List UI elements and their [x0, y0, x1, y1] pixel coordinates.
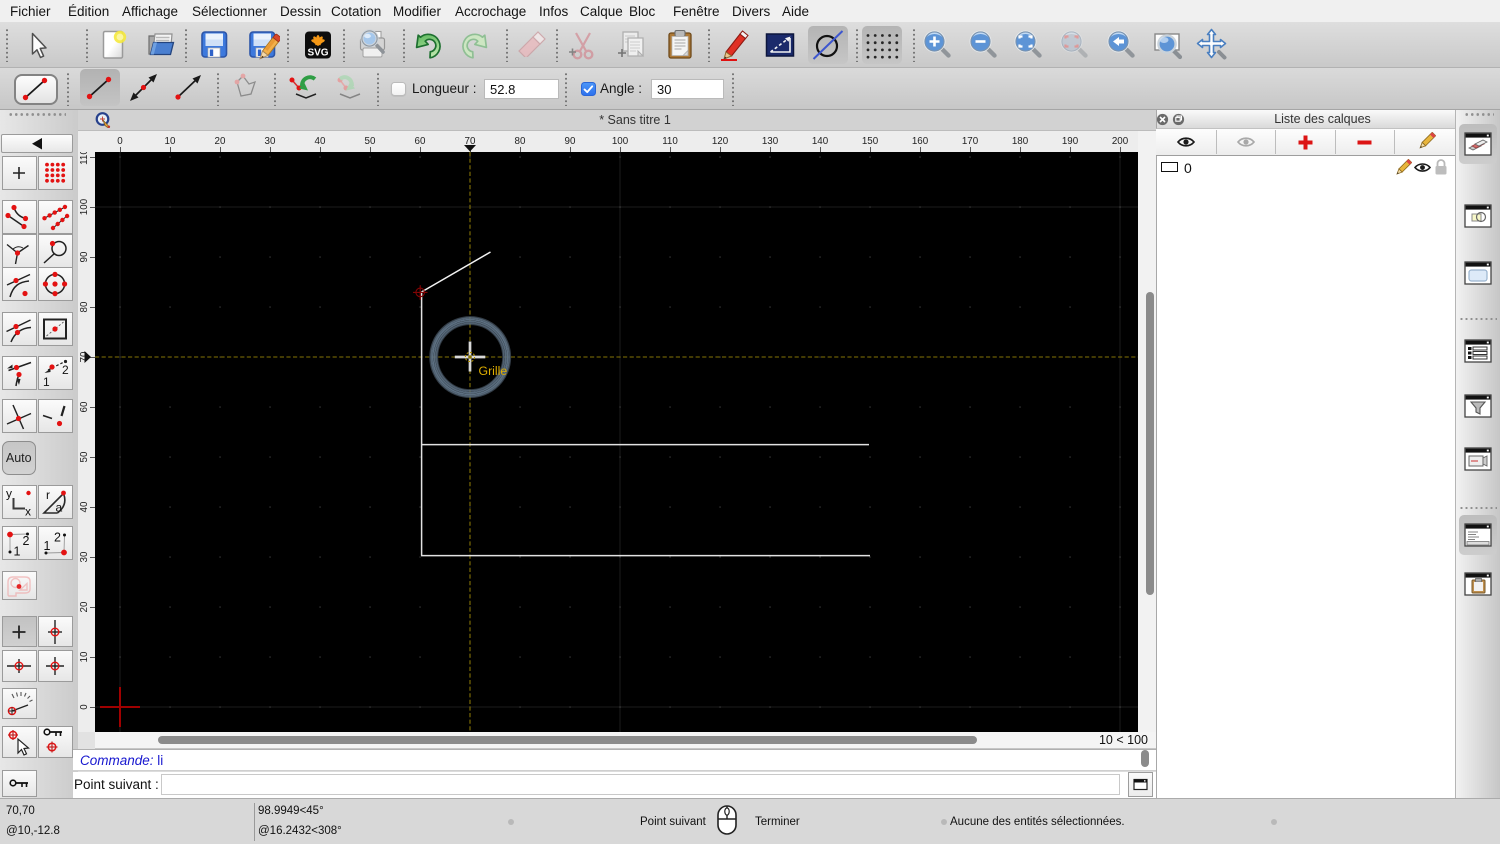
- svg-text:0: 0: [117, 136, 123, 147]
- svg-text:80: 80: [515, 136, 526, 147]
- svg-text:SVG: SVG: [307, 48, 328, 59]
- svg-text:60: 60: [79, 401, 90, 412]
- svg-text:1: 1: [14, 545, 21, 559]
- svg-text:100: 100: [612, 136, 629, 147]
- svg-text:50: 50: [365, 136, 376, 147]
- svg-text:0: 0: [79, 704, 90, 710]
- svg-text:2: 2: [62, 363, 69, 377]
- svg-text:a: a: [56, 501, 63, 515]
- svg-text:180: 180: [1012, 136, 1029, 147]
- svg-text:20: 20: [79, 601, 90, 612]
- svg-text:50: 50: [79, 451, 90, 462]
- svg-text:140: 140: [812, 136, 829, 147]
- svg-text:20: 20: [215, 136, 226, 147]
- svg-text:90: 90: [79, 251, 90, 262]
- svg-text:1: 1: [43, 375, 50, 388]
- svg-text:40: 40: [315, 136, 326, 147]
- svg-text:2: 2: [23, 534, 30, 548]
- svg-text:110: 110: [79, 152, 90, 165]
- svg-text:80: 80: [79, 301, 90, 312]
- svg-text:y: y: [6, 487, 12, 501]
- svg-text:1: 1: [44, 539, 51, 553]
- svg-text:100: 100: [79, 198, 90, 215]
- svg-text:130: 130: [762, 136, 779, 147]
- svg-text:150: 150: [862, 136, 879, 147]
- svg-text:10: 10: [79, 651, 90, 662]
- svg-text:x: x: [25, 505, 31, 518]
- svg-text:10: 10: [165, 136, 176, 147]
- svg-text:60: 60: [415, 136, 426, 147]
- svg-text:120: 120: [712, 136, 729, 147]
- svg-text:40: 40: [79, 501, 90, 512]
- svg-text:170: 170: [962, 136, 979, 147]
- svg-text:190: 190: [1062, 136, 1079, 147]
- svg-text:2: 2: [54, 531, 61, 545]
- svg-text:160: 160: [912, 136, 929, 147]
- svg-text:90: 90: [565, 136, 576, 147]
- svg-text:r: r: [46, 488, 50, 502]
- svg-text:Grille: Grille: [479, 364, 508, 378]
- svg-text:110: 110: [662, 136, 678, 147]
- svg-text:30: 30: [265, 136, 276, 147]
- svg-text:200: 200: [1112, 136, 1129, 147]
- svg-text:30: 30: [79, 551, 90, 562]
